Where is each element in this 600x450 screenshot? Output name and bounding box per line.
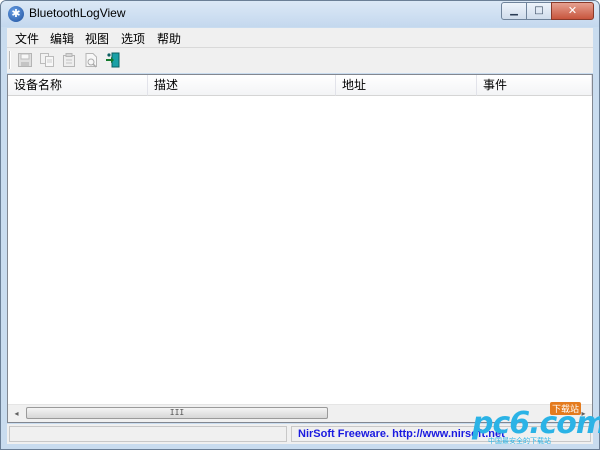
- menu-options[interactable]: 选项: [121, 30, 145, 47]
- scroll-left-arrow-icon[interactable]: ◂: [8, 405, 25, 422]
- scroll-right-arrow-icon[interactable]: ▸: [575, 405, 592, 422]
- nirsoft-link[interactable]: NirSoft Freeware. http://www.nirsoft.net: [291, 426, 591, 442]
- status-item-count: [9, 426, 287, 442]
- properties-icon[interactable]: [61, 52, 77, 68]
- toolbar: [7, 48, 593, 73]
- menu-help[interactable]: 帮助: [157, 30, 181, 47]
- status-bar: NirSoft Freeware. http://www.nirsoft.net: [7, 424, 593, 444]
- exit-icon[interactable]: [105, 52, 121, 68]
- window-title: BluetoothLogView: [29, 6, 126, 20]
- column-header-description[interactable]: 描述: [148, 75, 336, 96]
- log-table[interactable]: 设备名称 描述 地址 事件 ◂ III ▸: [7, 74, 593, 423]
- minimize-button[interactable]: ▁: [501, 2, 527, 20]
- column-header-device-name[interactable]: 设备名称: [8, 75, 148, 96]
- report-icon[interactable]: [83, 52, 99, 68]
- maximize-button[interactable]: □: [526, 2, 552, 20]
- menu-edit[interactable]: 编辑: [50, 30, 74, 47]
- copy-icon[interactable]: [39, 52, 55, 68]
- menu-view[interactable]: 视图: [85, 30, 109, 47]
- toolbar-grip: [9, 51, 10, 69]
- menu-file[interactable]: 文件: [15, 30, 39, 47]
- column-header-event[interactable]: 事件: [477, 75, 592, 96]
- save-icon[interactable]: [17, 52, 33, 68]
- close-button[interactable]: ✕: [551, 2, 594, 20]
- title-bar[interactable]: ✱ BluetoothLogView ▁ □ ✕: [1, 1, 599, 27]
- app-window: ✱ BluetoothLogView ▁ □ ✕ 文件 编辑 视图 选项 帮助: [0, 0, 600, 450]
- horizontal-scrollbar[interactable]: ◂ III ▸: [8, 404, 592, 422]
- menu-bar: 文件 编辑 视图 选项 帮助: [7, 28, 593, 48]
- bluetooth-app-icon[interactable]: ✱: [8, 6, 24, 22]
- column-header-address[interactable]: 地址: [336, 75, 477, 96]
- scrollbar-thumb[interactable]: III: [26, 407, 328, 419]
